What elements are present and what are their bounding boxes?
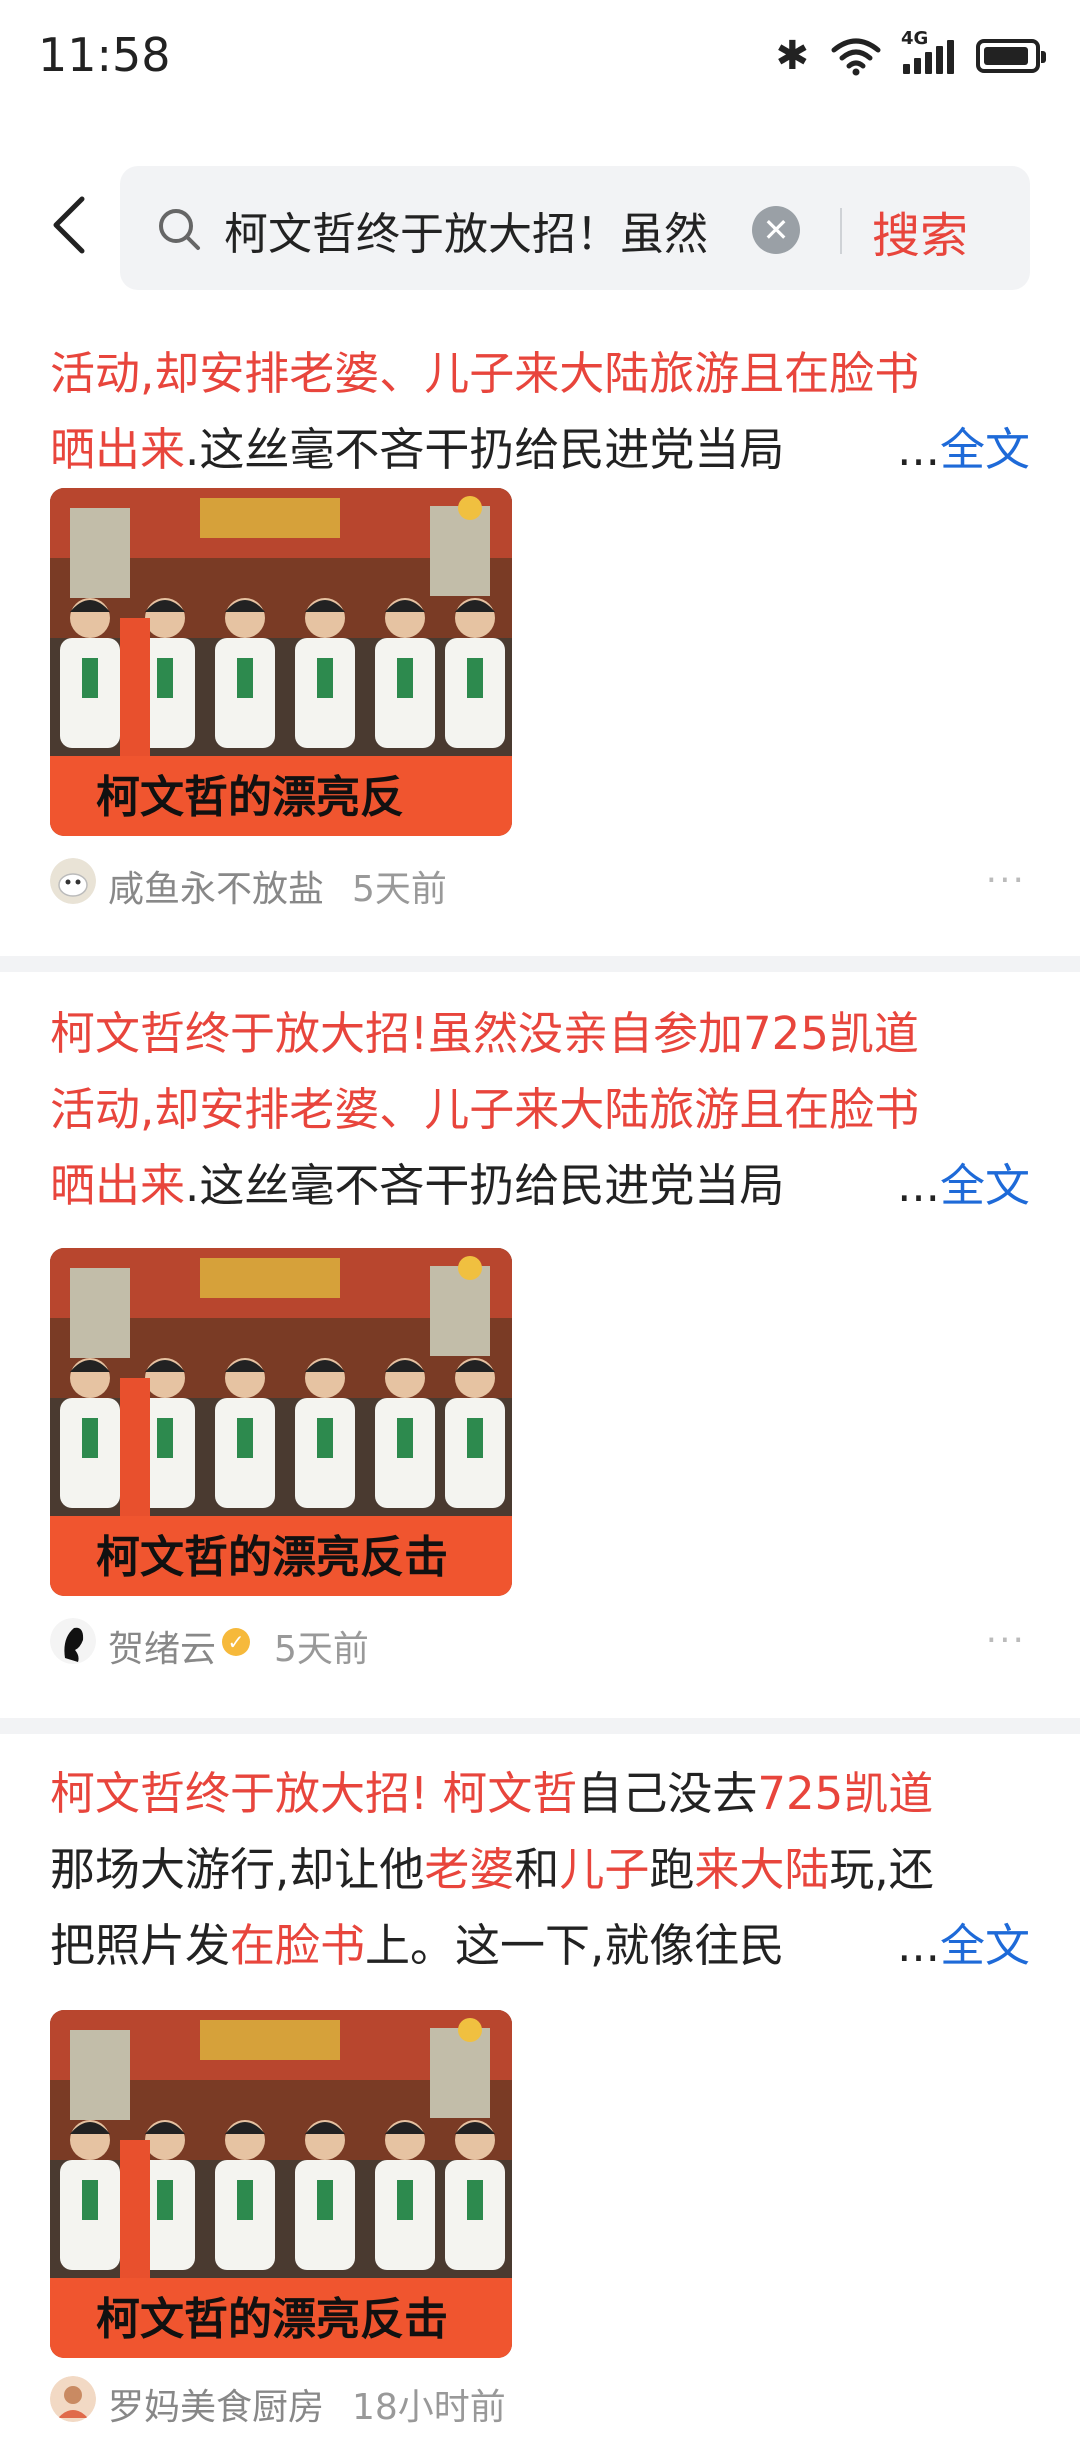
wifi-icon — [831, 38, 881, 76]
thumbnail-caption: 柯文哲的漂亮反击 — [96, 1532, 448, 1583]
title-line: 柯文哲终于放大招! 柯文哲自己没去725凯道 — [50, 1756, 1030, 1832]
more-options-icon[interactable]: ··· — [986, 860, 1026, 901]
thumbnail-caption: 柯文哲的漂亮反击 — [96, 2294, 448, 2345]
highlighted-keyword: 柯文哲终于放大招! 柯文哲 — [50, 1767, 578, 1820]
more-options-icon[interactable]: ··· — [986, 1620, 1026, 1661]
network-type-label: 4G — [901, 28, 929, 49]
full-text-link[interactable]: ...全文 — [889, 1148, 1030, 1224]
result-card[interactable]: 柯文哲终于放大招!虽然没亲自参加725凯道 活动,却安排老婆、儿子来大陆旅游且在脸… — [0, 972, 1080, 1712]
avatar[interactable] — [50, 1618, 96, 1664]
title-text: 和 — [514, 1843, 560, 1896]
full-text-label[interactable]: 全文 — [940, 1159, 1030, 1212]
thumbnail-image: 柯文哲的漂亮反击 — [50, 2010, 512, 2358]
title-line: 柯文哲终于放大招!虽然没亲自参加725凯道 — [50, 996, 1030, 1072]
search-header: 柯文哲终于放大招！虽然 ✕ 搜索 — [0, 160, 1080, 290]
title-text: 玩,还 — [829, 1843, 934, 1896]
highlighted-keyword: 活动,却安排老婆、儿子来大陆旅游且在脸书 — [50, 347, 920, 400]
bluetooth-icon: ✱ — [775, 33, 809, 79]
post-time: 5天前 — [352, 869, 447, 910]
ellipsis: ... — [897, 1919, 940, 1972]
result-card[interactable]: 柯文哲终于放大招! 柯文哲自己没去725凯道 那场大游行,却让他老婆和儿子跑来大陆… — [0, 1734, 1080, 2444]
highlighted-keyword: 晒出来 — [50, 1159, 186, 1212]
title-line: 活动,却安排老婆、儿子来大陆旅游且在脸书 — [50, 1072, 1030, 1148]
clear-icon[interactable]: ✕ — [752, 206, 800, 254]
title-line: 晒出来.这丝毫不吝干扔给民进党当局 ...全文 — [50, 1148, 1030, 1224]
back-arrow-icon[interactable] — [46, 195, 96, 255]
thumbnail-caption: 柯文哲的漂亮反 — [96, 772, 404, 823]
highlighted-keyword: 725凯道 — [757, 1767, 934, 1820]
highlighted-keyword: 老婆 — [424, 1843, 515, 1896]
highlighted-keyword: 来大陆 — [694, 1843, 830, 1896]
result-title[interactable]: 活动,却安排老婆、儿子来大陆旅游且在脸书 晒出来.这丝毫不吝干扔给民进党当局...… — [50, 336, 1030, 488]
highlighted-keyword: 柯文哲终于放大招!虽然没亲自参加725凯道 — [50, 1007, 919, 1060]
result-thumbnail[interactable]: 柯文哲的漂亮反击 — [50, 1248, 512, 1596]
search-divider — [840, 208, 842, 254]
author-name[interactable]: 罗妈美食厨房 — [108, 2378, 324, 2430]
battery-icon — [976, 39, 1046, 73]
author-name[interactable]: 咸鱼永不放盐 — [108, 860, 324, 912]
title-text: 自己没去 — [577, 1767, 758, 1820]
search-icon — [159, 209, 200, 250]
result-thumbnail[interactable]: 柯文哲的漂亮反 — [50, 488, 512, 836]
title-text: 上。这一下,就像往民 — [365, 1919, 785, 1972]
title-text: 把照片发 — [50, 1919, 231, 1972]
status-icons: ✱ 4G — [775, 28, 1046, 79]
result-card[interactable]: 活动,却安排老婆、儿子来大陆旅游且在脸书 晒出来.这丝毫不吝干扔给民进党当局...… — [0, 310, 1080, 950]
result-thumbnail[interactable]: 柯文哲的漂亮反击 — [50, 2010, 512, 2358]
post-time: 5天前 — [274, 1629, 369, 1670]
title-text: 那场大游行,却让他 — [50, 1843, 425, 1896]
title-line: 活动,却安排老婆、儿子来大陆旅游且在脸书 — [50, 336, 1030, 412]
result-title[interactable]: 柯文哲终于放大招! 柯文哲自己没去725凯道 那场大游行,却让他老婆和儿子跑来大陆… — [50, 1756, 1030, 1984]
verified-badge-icon: ✓ — [222, 1628, 250, 1656]
highlighted-keyword: 在脸书 — [230, 1919, 366, 1972]
card-separator — [0, 956, 1080, 972]
status-time: 11:58 — [38, 28, 171, 82]
title-line: 把照片发在脸书上。这一下,就像往民 ...全文 — [50, 1908, 1030, 1984]
title-text: 跑 — [649, 1843, 695, 1896]
thumbnail-image: 柯文哲的漂亮反击 — [50, 1248, 512, 1596]
title-line: 晒出来.这丝毫不吝干扔给民进党当局 ...全文 — [50, 412, 1030, 488]
full-text-label[interactable]: 全文 — [940, 1919, 1030, 1972]
thumbnail-image: 柯文哲的漂亮反 — [50, 488, 512, 836]
full-text-label[interactable]: 全文 — [940, 423, 1030, 476]
full-text-link[interactable]: ...全文 — [889, 412, 1030, 488]
search-button[interactable]: 搜索 — [872, 196, 968, 266]
author-row: 罗妈美食厨房 18小时前 — [50, 2370, 1030, 2430]
ellipsis: ... — [897, 423, 940, 476]
author-row: 咸鱼永不放盐 5天前 ··· — [50, 852, 1030, 912]
full-text-link[interactable]: ...全文 — [889, 1908, 1030, 1984]
search-input[interactable]: 柯文哲终于放大招！虽然 — [224, 198, 844, 262]
title-text: .这丝毫不吝干扔给民进党当局 — [185, 1159, 785, 1212]
post-time: 18小时前 — [352, 2387, 506, 2428]
ellipsis: ... — [897, 1159, 940, 1212]
highlighted-keyword: 晒出来 — [50, 423, 186, 476]
avatar[interactable] — [50, 2376, 96, 2422]
cellular-signal-icon: 4G — [901, 28, 954, 74]
search-box[interactable]: 柯文哲终于放大招！虽然 ✕ 搜索 — [120, 166, 1030, 290]
author-name[interactable]: 贺绪云 — [108, 1620, 216, 1672]
title-line: 那场大游行,却让他老婆和儿子跑来大陆玩,还 — [50, 1832, 1030, 1908]
highlighted-keyword: 活动,却安排老婆、儿子来大陆旅游且在脸书 — [50, 1083, 920, 1136]
result-title[interactable]: 柯文哲终于放大招!虽然没亲自参加725凯道 活动,却安排老婆、儿子来大陆旅游且在脸… — [50, 996, 1030, 1224]
highlighted-keyword: 儿子 — [559, 1843, 650, 1896]
author-row: 贺绪云 ✓ 5天前 ··· — [50, 1612, 1030, 1672]
status-bar: 11:58 ✱ 4G — [0, 0, 1080, 110]
avatar[interactable] — [50, 858, 96, 904]
card-separator — [0, 1718, 1080, 1734]
title-text: .这丝毫不吝干扔给民进党当局 — [185, 423, 785, 476]
